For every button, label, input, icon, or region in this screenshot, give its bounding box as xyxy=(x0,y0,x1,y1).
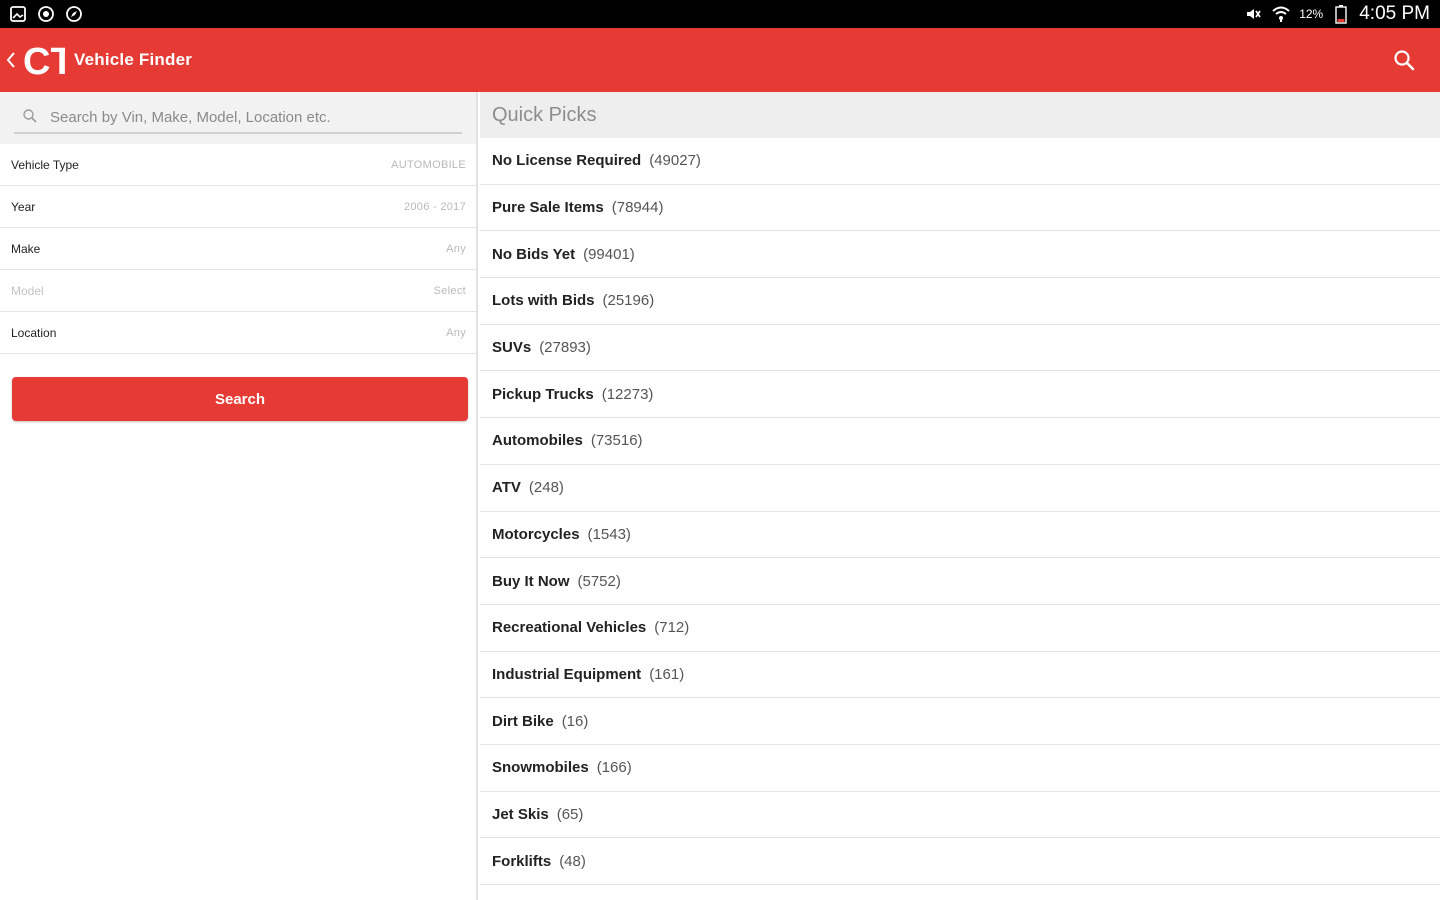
compass-icon xyxy=(64,4,84,24)
record-icon xyxy=(36,4,56,24)
quick-pick-name: Forklifts xyxy=(492,852,552,870)
quick-picks-list: No License Required (49027) Pure Sale Item… xyxy=(480,138,1440,885)
list-item[interactable]: Recreational Vehicles (712) xyxy=(480,605,1440,652)
app-bar: CT Vehicle Finder xyxy=(0,28,1440,92)
list-item[interactable]: ATV (248) xyxy=(480,465,1440,512)
filter-make[interactable]: Make Any xyxy=(0,228,476,270)
filter-vehicle-type[interactable]: Vehicle Type AUTOMOBILE xyxy=(0,144,476,186)
list-item[interactable]: Pure Sale Items (78944) xyxy=(480,185,1440,232)
quick-pick-count: (248) xyxy=(528,479,564,497)
filter-value: 2006 - 2017 xyxy=(403,200,466,213)
filter-label: Location xyxy=(11,325,57,340)
quick-pick-count: (99401) xyxy=(583,245,635,263)
filter-label: Vehicle Type xyxy=(11,157,79,172)
quick-pick-name: Buy It Now xyxy=(492,572,570,590)
filter-value: Any xyxy=(446,242,466,255)
search-input[interactable] xyxy=(48,107,462,127)
filter-value: AUTOMOBILE xyxy=(391,158,466,171)
list-item[interactable]: Lots with Bids (25196) xyxy=(480,278,1440,325)
quick-pick-name: Dirt Bike xyxy=(492,712,554,730)
quick-pick-count: (161) xyxy=(649,665,685,683)
quick-pick-name: Automobiles xyxy=(492,432,583,450)
filter-label: Make xyxy=(11,241,41,256)
quick-pick-name: Industrial Equipment xyxy=(492,665,642,683)
search-icon xyxy=(22,108,40,126)
filter-value: Any xyxy=(446,326,466,339)
logo-text: CT xyxy=(23,41,65,82)
filter-label: Year xyxy=(11,199,36,214)
app-title: Vehicle Finder xyxy=(74,50,193,69)
quick-picks-panel: Quick Picks No License Required (49027) Pu… xyxy=(480,92,1440,900)
quick-pick-count: (25196) xyxy=(602,292,655,310)
battery-percent: 12% xyxy=(1299,7,1324,21)
list-item[interactable]: Snowmobiles (166) xyxy=(480,745,1440,792)
quick-pick-name: No Bids Yet xyxy=(492,245,576,263)
notification-icons xyxy=(8,4,84,24)
battery-low-icon xyxy=(1331,4,1351,24)
search-bar xyxy=(0,92,476,144)
search-icon[interactable] xyxy=(1392,48,1418,74)
list-item[interactable]: SUVs (27893) xyxy=(480,325,1440,372)
list-item[interactable]: Buy It Now (5752) xyxy=(480,558,1440,605)
back-chevron-icon[interactable] xyxy=(2,51,20,69)
filter-value: Select xyxy=(433,284,466,297)
quick-pick-count: (12273) xyxy=(601,385,654,403)
list-item[interactable]: Forklifts (48) xyxy=(480,838,1440,885)
quick-pick-count: (166) xyxy=(596,759,632,777)
quick-pick-name: No License Required xyxy=(492,152,642,170)
list-item[interactable]: No Bids Yet (99401) xyxy=(480,231,1440,279)
quick-pick-count: (78944) xyxy=(611,199,664,217)
list-item[interactable]: Pickup Trucks (12273) xyxy=(480,371,1440,419)
filter-location[interactable]: Location Any xyxy=(0,312,476,354)
image-icon xyxy=(8,4,28,24)
clock: 4:05 PM xyxy=(1359,3,1430,24)
list-item[interactable]: Automobiles (73516) xyxy=(480,418,1440,465)
quick-pick-name: ATV xyxy=(492,479,521,497)
quick-picks-header: Quick Picks xyxy=(480,92,1440,138)
quick-pick-name: Lots with Bids xyxy=(492,292,595,310)
quick-pick-name: Pure Sale Items xyxy=(492,199,604,217)
quick-pick-count: (5752) xyxy=(577,572,621,590)
quick-pick-name: Pickup Trucks xyxy=(492,385,594,403)
list-item[interactable]: No License Required (49027) xyxy=(480,138,1440,185)
quick-pick-count: (48) xyxy=(559,852,586,870)
filter-panel: Vehicle Type AUTOMOBILE Year 2006 - 2017… xyxy=(0,92,478,900)
list-item[interactable]: Jet Skis (65) xyxy=(480,792,1440,839)
quick-pick-count: (27893) xyxy=(539,339,591,357)
mute-icon xyxy=(1243,4,1263,24)
filter-model[interactable]: Model Select xyxy=(0,270,476,312)
quick-pick-count: (65) xyxy=(556,805,584,823)
status-bar: 12% 4:05 PM xyxy=(0,0,1440,28)
list-item[interactable]: Motorcycles (1543) xyxy=(480,512,1440,559)
quick-pick-name: Recreational Vehicles xyxy=(492,619,647,637)
app-logo[interactable]: CT xyxy=(20,37,66,83)
filter-year[interactable]: Year 2006 - 2017 xyxy=(0,186,476,228)
filter-label: Model xyxy=(11,283,44,298)
quick-pick-count: (1543) xyxy=(587,525,631,543)
quick-pick-count: (712) xyxy=(654,619,690,637)
list-item[interactable]: Dirt Bike (16) xyxy=(480,698,1440,745)
quick-pick-count: (49027) xyxy=(649,152,701,170)
search-button[interactable]: Search xyxy=(12,377,468,421)
wifi-icon xyxy=(1271,4,1291,24)
quick-pick-count: (16) xyxy=(561,712,589,730)
list-item[interactable]: Industrial Equipment (161) xyxy=(480,652,1440,699)
quick-pick-name: Jet Skis xyxy=(492,805,549,823)
system-status: 12% 4:05 PM xyxy=(1243,3,1430,25)
quick-pick-count: (73516) xyxy=(590,432,643,450)
quick-pick-name: SUVs xyxy=(492,339,532,357)
quick-pick-name: Snowmobiles xyxy=(492,759,589,777)
quick-pick-name: Motorcycles xyxy=(492,525,580,543)
search-field xyxy=(14,102,462,134)
